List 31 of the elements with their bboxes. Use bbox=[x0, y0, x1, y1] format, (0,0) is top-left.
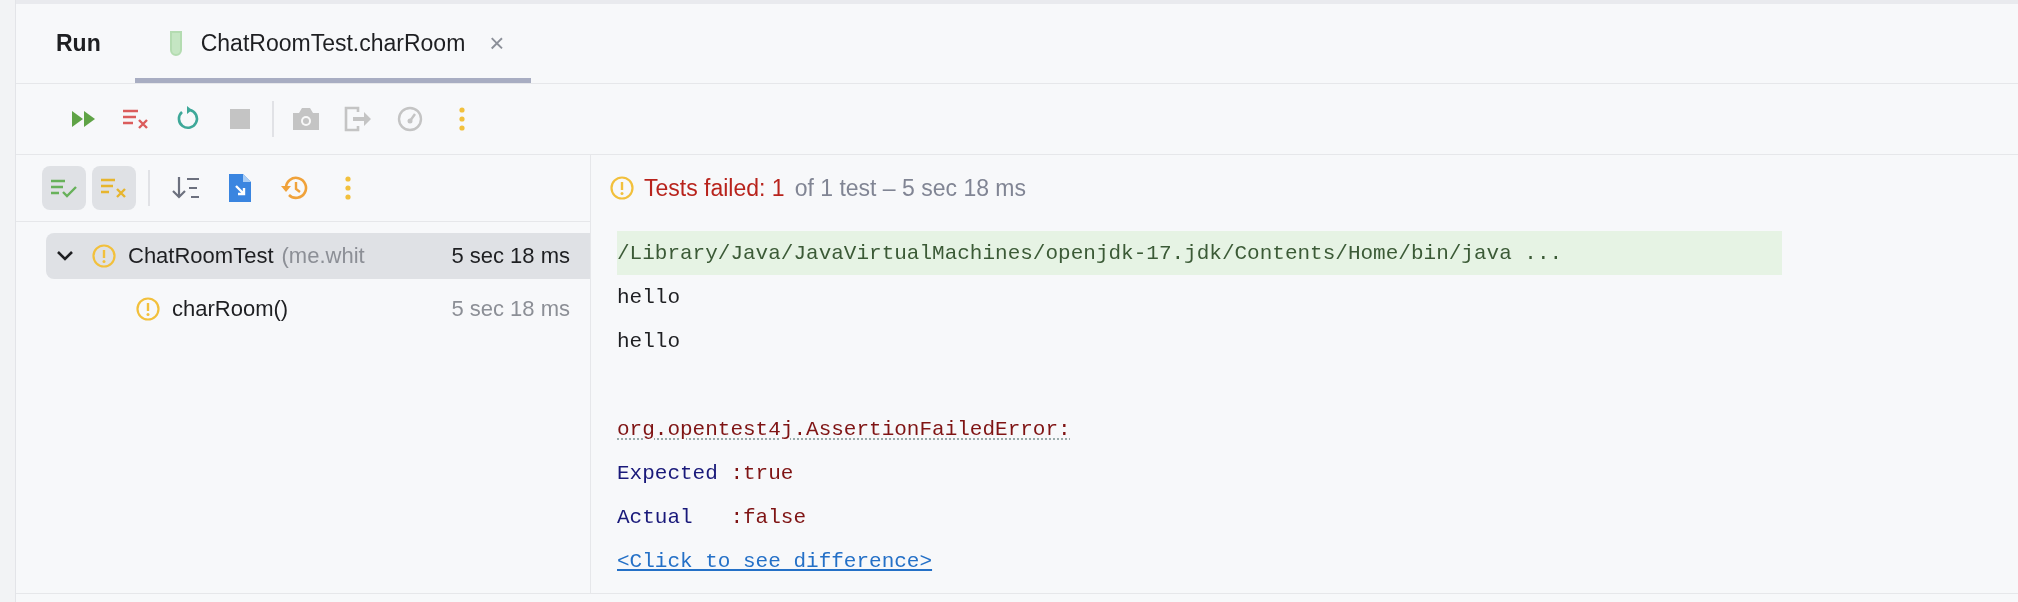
test-tree-row[interactable]: ChatRoomTest (me.whit 5 sec 18 ms bbox=[46, 233, 590, 279]
history-icon[interactable] bbox=[280, 175, 308, 201]
sort-icon[interactable] bbox=[172, 176, 200, 200]
warning-icon bbox=[610, 176, 634, 200]
comparison-label: Expected bbox=[617, 461, 719, 485]
rerun-icon[interactable] bbox=[175, 106, 201, 132]
test-tree-row[interactable]: charRoom() 5 sec 18 ms bbox=[46, 286, 590, 332]
document-icon[interactable] bbox=[229, 174, 251, 202]
comparison-value: :false bbox=[730, 505, 807, 529]
rerun-failed-icon[interactable] bbox=[122, 108, 150, 130]
error-message: org.opentest4j.AssertionFailedError: bbox=[617, 417, 1071, 441]
tests-failed-text: Tests failed: 1 bbox=[644, 174, 785, 202]
filter-toggle-button[interactable] bbox=[92, 166, 136, 210]
console-output: hello bbox=[617, 329, 680, 353]
test-summary-text: of 1 test – 5 sec 18 ms bbox=[794, 174, 1027, 202]
difference-link[interactable]: <Click to see difference> bbox=[617, 549, 933, 573]
warning-icon bbox=[92, 244, 116, 268]
filter-toggle-button[interactable] bbox=[42, 166, 86, 210]
test-tube-icon bbox=[168, 30, 183, 57]
warning-icon bbox=[136, 297, 160, 321]
tool-window-title: Run bbox=[55, 29, 102, 58]
run-tab[interactable]: ChatRoomTest.charRoom × bbox=[134, 9, 531, 83]
comparison-value: :true bbox=[730, 461, 794, 485]
comparison-label: Actual bbox=[617, 505, 694, 529]
console-output: hello bbox=[617, 285, 680, 309]
show-passed-icon bbox=[50, 178, 78, 198]
more-icon[interactable] bbox=[459, 107, 465, 131]
chevron-icon[interactable] bbox=[56, 250, 74, 262]
more-icon[interactable] bbox=[345, 176, 351, 200]
run-all-icon[interactable] bbox=[71, 109, 97, 129]
show-ignored-icon bbox=[100, 177, 128, 199]
